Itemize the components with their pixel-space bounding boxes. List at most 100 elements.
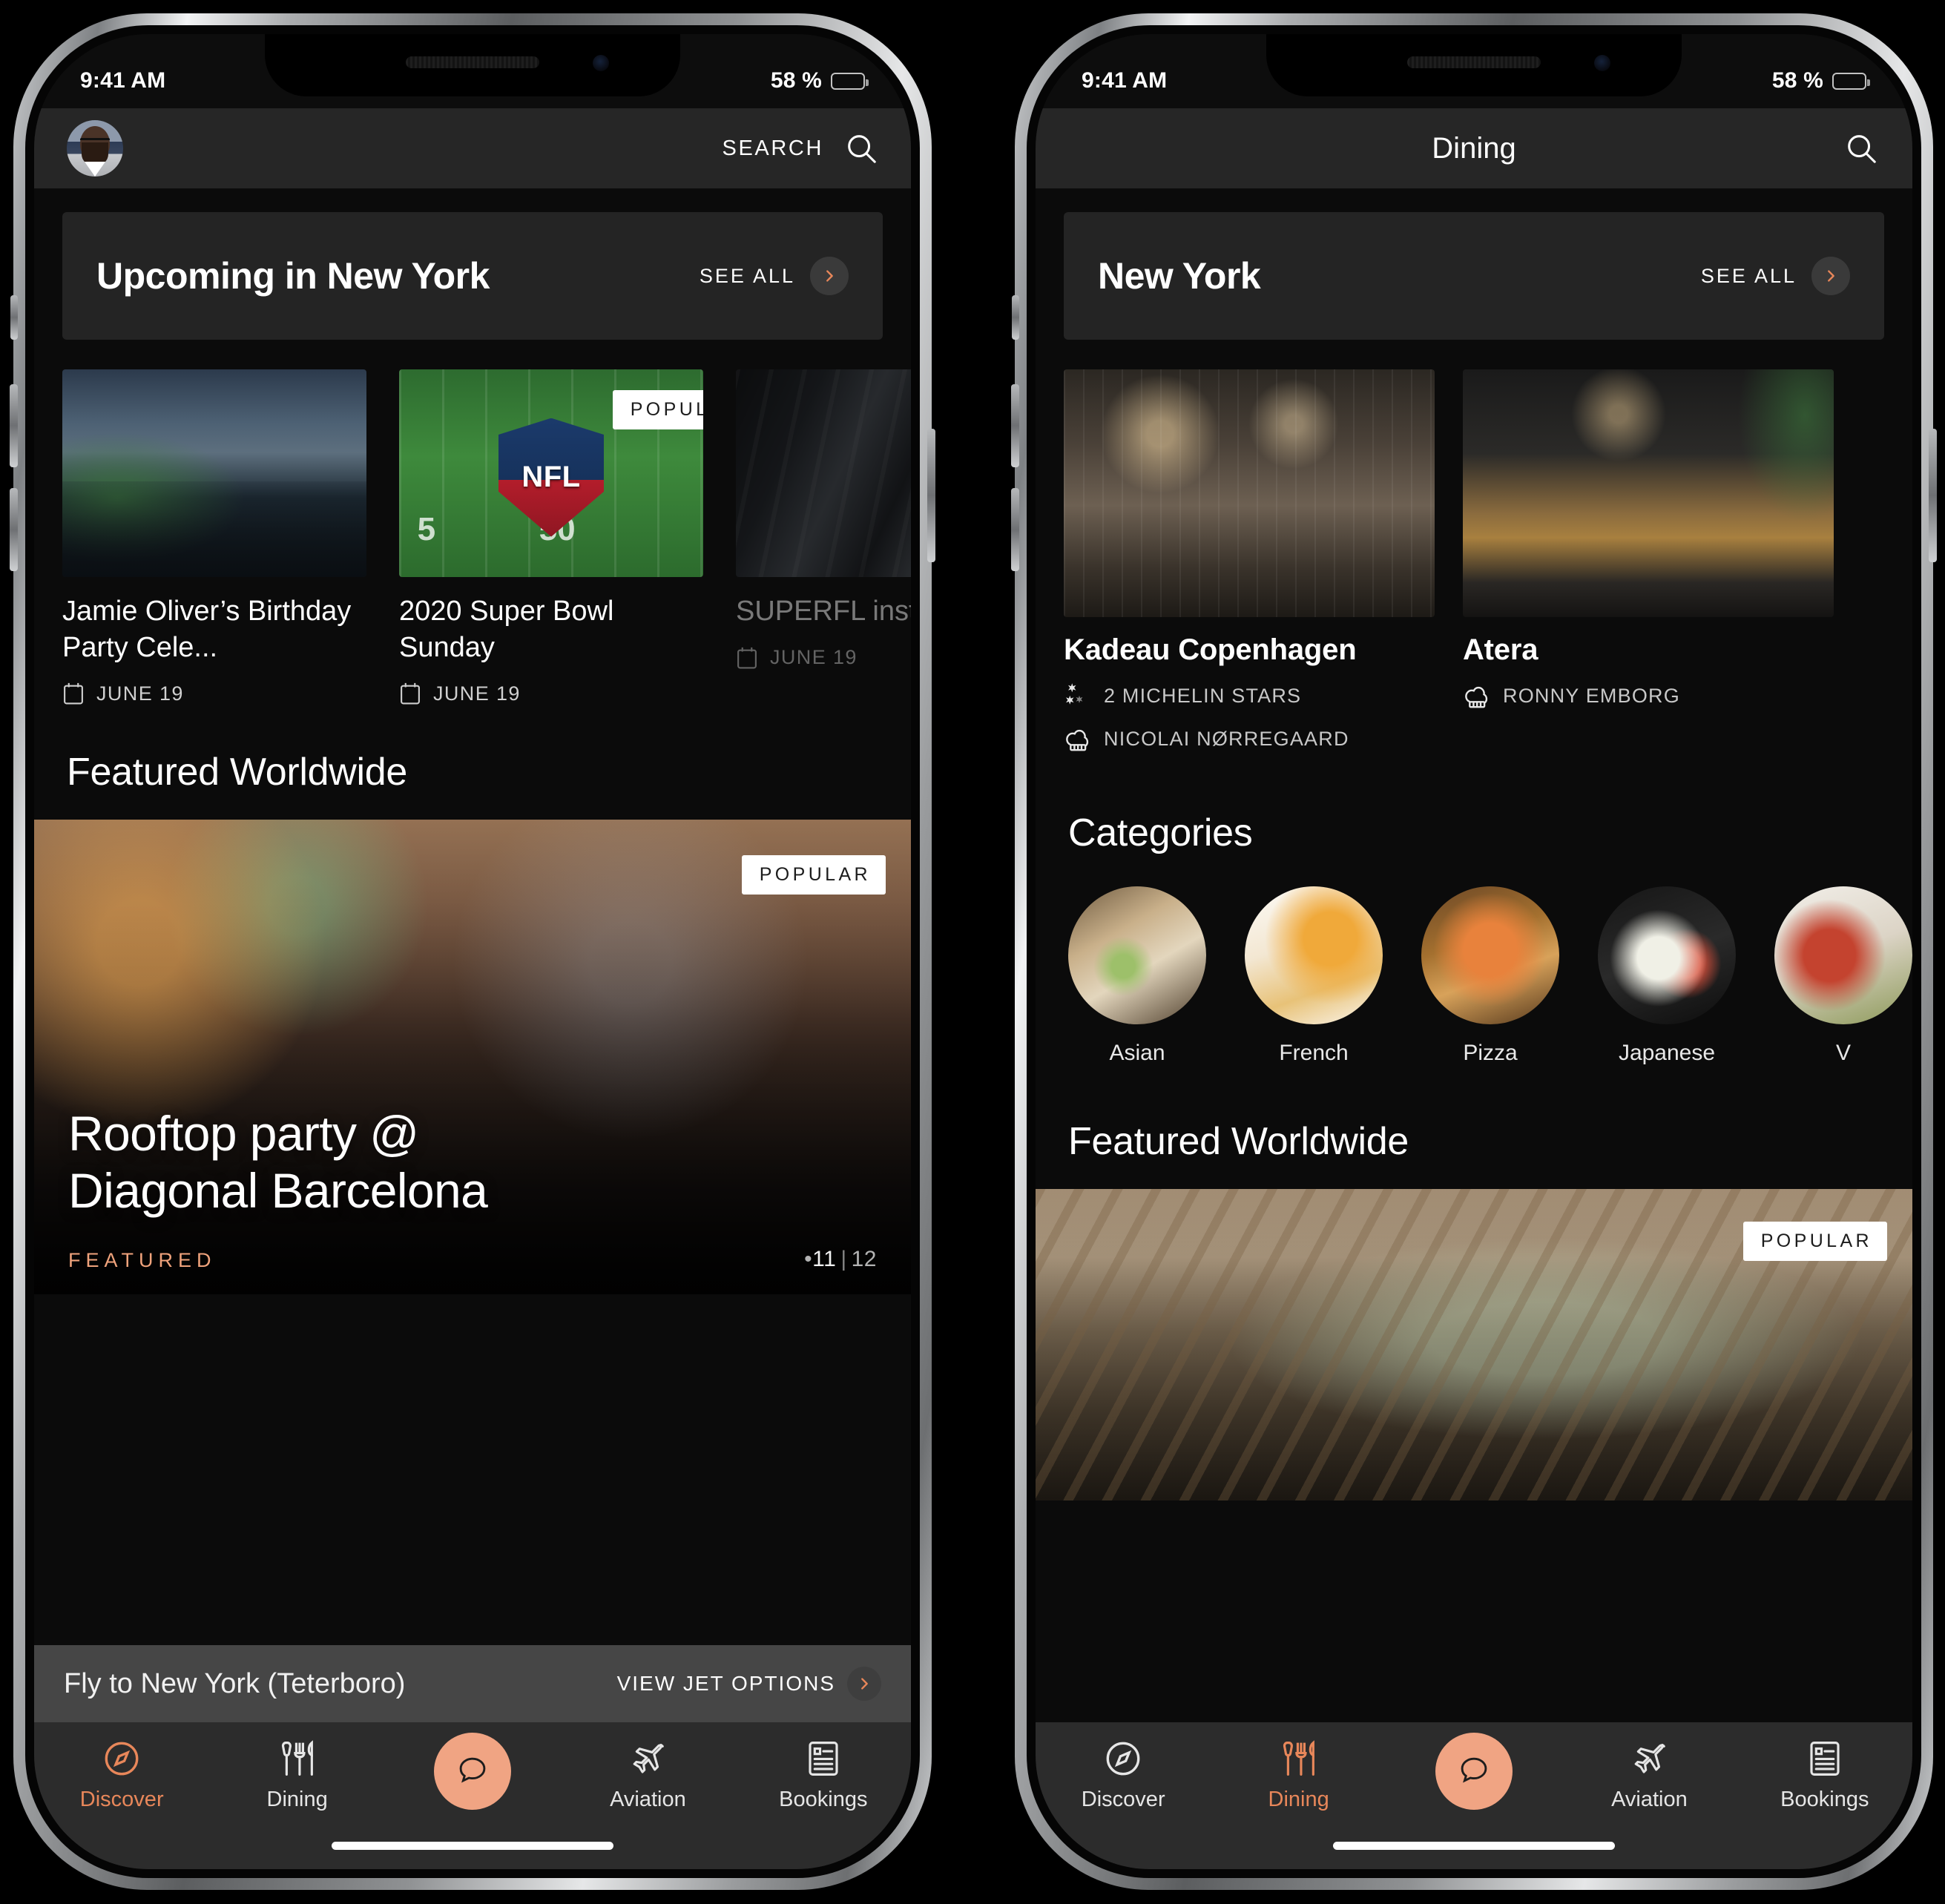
search-icon[interactable] bbox=[1844, 131, 1878, 165]
featured-hero-card[interactable]: POPULAR bbox=[1036, 1189, 1912, 1501]
calendar-icon bbox=[736, 646, 758, 670]
category-item[interactable]: French bbox=[1245, 886, 1383, 1066]
event-thumbnail: POPULAR 5 50 NFL bbox=[399, 369, 703, 577]
see-all-button[interactable]: SEE ALL bbox=[700, 257, 849, 295]
power-button[interactable] bbox=[1929, 429, 1937, 562]
tab-label: Bookings bbox=[1780, 1788, 1869, 1811]
categories-heading: Categories bbox=[1068, 811, 1253, 854]
phone-device-right: 9:41 AM 58 % Dining New York SEE ALL Kad… bbox=[1011, 13, 1937, 1890]
home-indicator[interactable] bbox=[332, 1842, 613, 1850]
tab-label: Discover bbox=[79, 1788, 164, 1811]
restaurant-thumbnail bbox=[1064, 369, 1435, 617]
tab-dining[interactable]: Dining bbox=[209, 1739, 384, 1812]
restaurant-carousel[interactable]: Kadeau Copenhagen 2 MICHELIN STARS NICOL… bbox=[1036, 340, 1912, 753]
volume-up-button[interactable] bbox=[1011, 384, 1019, 467]
event-card[interactable]: Jamie Oliver’s Birthday Party Cele... JU… bbox=[62, 369, 366, 705]
tab-aviation[interactable]: Aviation bbox=[1561, 1739, 1737, 1812]
nav-bar-dining: Dining bbox=[1036, 108, 1912, 188]
avatar[interactable] bbox=[67, 120, 123, 177]
tab-chat[interactable] bbox=[1386, 1733, 1561, 1810]
phone-device-left: 9:41 AM 58 % SEARCH Upcoming in New York… bbox=[10, 13, 935, 1890]
chat-bubble-icon[interactable] bbox=[434, 1733, 512, 1810]
restaurant-card[interactable]: Kadeau Copenhagen 2 MICHELIN STARS NICOL… bbox=[1064, 369, 1435, 753]
utensils-icon bbox=[1279, 1739, 1319, 1779]
mute-switch[interactable] bbox=[1012, 295, 1019, 340]
tab-aviation[interactable]: Aviation bbox=[560, 1739, 735, 1812]
fly-options-bar[interactable]: Fly to New York (Teterboro) VIEW JET OPT… bbox=[34, 1645, 911, 1722]
event-date-row: JUNE 19 bbox=[736, 646, 911, 670]
event-date-row: JUNE 19 bbox=[62, 682, 366, 705]
compass-icon bbox=[1103, 1739, 1143, 1779]
event-date-row: JUNE 19 bbox=[399, 682, 703, 705]
chat-bubble-icon[interactable] bbox=[1435, 1733, 1513, 1810]
featured-heading: Featured Worldwide bbox=[1068, 1120, 1409, 1163]
yard-marker-5: 5 bbox=[417, 510, 436, 547]
status-right-group: 58 % bbox=[770, 68, 869, 93]
counter-current: 11 bbox=[812, 1247, 837, 1272]
power-button[interactable] bbox=[927, 429, 935, 562]
categories-carousel[interactable]: Asian French Pizza Japanese V bbox=[1036, 855, 1912, 1066]
chevron-right-icon bbox=[810, 257, 849, 295]
volume-down-button[interactable] bbox=[1011, 488, 1019, 571]
category-thumbnail bbox=[1421, 886, 1559, 1024]
mute-switch[interactable] bbox=[10, 295, 18, 340]
battery-percent-label: 58 % bbox=[1771, 68, 1823, 93]
restaurant-card[interactable]: Atera RONNY EMBORG bbox=[1463, 369, 1834, 753]
earpiece-speaker bbox=[406, 56, 539, 68]
upcoming-city-banner[interactable]: Upcoming in New York SEE ALL bbox=[62, 212, 883, 340]
michelin-stars-icon bbox=[1064, 682, 1090, 710]
featured-hero-card[interactable]: POPULAR Rooftop party @ Diagonal Barcelo… bbox=[34, 820, 911, 1295]
tab-chat[interactable] bbox=[385, 1733, 560, 1810]
popular-badge: POPULAR bbox=[612, 390, 703, 429]
tab-label: Aviation bbox=[1611, 1788, 1688, 1811]
see-all-button[interactable]: SEE ALL bbox=[1701, 257, 1850, 295]
restaurant-meta-row: RONNY EMBORG bbox=[1463, 682, 1834, 710]
screenshot-stage: 9:41 AM 58 % SEARCH Upcoming in New York… bbox=[0, 0, 1945, 1904]
see-all-label: SEE ALL bbox=[699, 264, 795, 287]
restaurant-meta-text: NICOLAI NØRREGAARD bbox=[1104, 727, 1349, 750]
chef-hat-icon bbox=[1064, 725, 1090, 753]
category-item[interactable]: V bbox=[1774, 886, 1912, 1066]
event-card[interactable]: POPULAR 5 50 NFL 2020 Super Bowl Sunday bbox=[399, 369, 703, 705]
view-jet-options-button[interactable]: VIEW JET OPTIONS bbox=[617, 1667, 881, 1701]
category-thumbnail bbox=[1245, 886, 1383, 1024]
event-title: Jamie Oliver’s Birthday Party Cele... bbox=[62, 596, 352, 663]
volume-up-button[interactable] bbox=[10, 384, 18, 467]
earpiece-speaker bbox=[1407, 56, 1541, 68]
search-label[interactable]: SEARCH bbox=[723, 136, 823, 161]
volume-down-button[interactable] bbox=[10, 488, 18, 571]
utensils-icon bbox=[277, 1739, 317, 1779]
battery-icon bbox=[1832, 72, 1870, 90]
search-icon[interactable] bbox=[844, 131, 878, 165]
view-jet-options-label: VIEW JET OPTIONS bbox=[616, 1672, 835, 1695]
counter-dot: • bbox=[804, 1247, 813, 1272]
notch-left bbox=[265, 34, 680, 96]
dining-content: New York SEE ALL Kadeau Copenhagen 2 MIC… bbox=[1036, 188, 1912, 1869]
hero-counter: •11 | 12 bbox=[804, 1247, 877, 1272]
city-banner[interactable]: New York SEE ALL bbox=[1064, 212, 1884, 340]
tab-bookings[interactable]: Bookings bbox=[1737, 1739, 1912, 1812]
event-card[interactable]: SUPERFL installatio JUNE 19 bbox=[736, 369, 911, 705]
event-date: JUNE 19 bbox=[96, 682, 184, 705]
tab-label: Dining bbox=[1268, 1788, 1329, 1811]
airplane-icon bbox=[628, 1739, 668, 1779]
tab-discover[interactable]: Discover bbox=[1036, 1739, 1211, 1812]
category-thumbnail bbox=[1774, 886, 1912, 1024]
home-indicator[interactable] bbox=[1333, 1842, 1615, 1850]
tab-dining[interactable]: Dining bbox=[1211, 1739, 1386, 1812]
category-item[interactable]: Japanese bbox=[1598, 886, 1736, 1066]
category-item[interactable]: Asian bbox=[1068, 886, 1206, 1066]
see-all-label: SEE ALL bbox=[1700, 264, 1797, 287]
tab-discover[interactable]: Discover bbox=[34, 1739, 209, 1812]
battery-percent-label: 58 % bbox=[770, 68, 822, 93]
popular-badge: POPULAR bbox=[1742, 1222, 1887, 1261]
tab-bookings[interactable]: Bookings bbox=[736, 1739, 911, 1812]
restaurant-meta-text: RONNY EMBORG bbox=[1503, 684, 1680, 707]
front-camera-icon bbox=[1594, 55, 1610, 71]
tab-label: Discover bbox=[1081, 1788, 1165, 1811]
upcoming-events-carousel[interactable]: Jamie Oliver’s Birthday Party Cele... JU… bbox=[34, 340, 911, 705]
category-label: Asian bbox=[1109, 1041, 1165, 1065]
status-time: 9:41 AM bbox=[1082, 68, 1168, 93]
category-item[interactable]: Pizza bbox=[1421, 886, 1559, 1066]
nav-right-actions: SEARCH bbox=[723, 131, 878, 165]
